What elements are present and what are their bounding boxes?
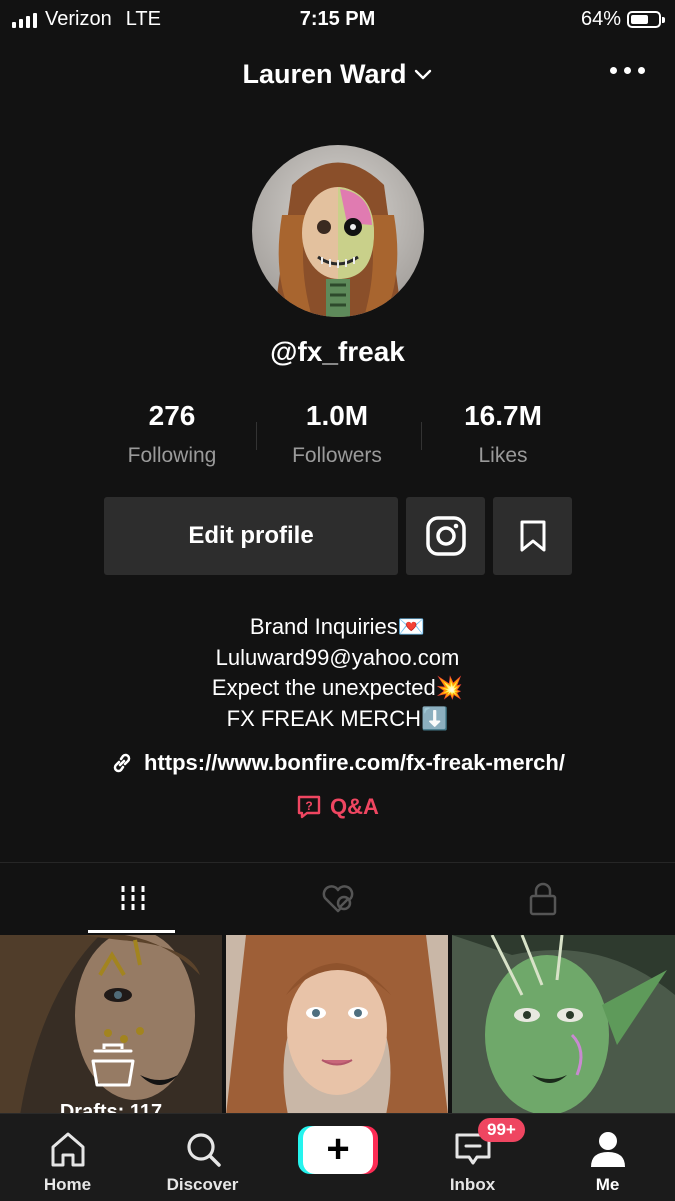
bio-line: Brand Inquiries💌 [249, 614, 426, 639]
nav-me-label: Me [595, 1175, 620, 1194]
avatar[interactable] [252, 145, 424, 317]
link-icon [113, 753, 131, 773]
nav-inbox-label: Inbox [449, 1175, 496, 1194]
chevron-down-icon [414, 69, 431, 79]
video-grid: Drafts: 117 [0, 935, 675, 1115]
battery-icon [627, 11, 665, 28]
stat-likes-value: 16.7M [464, 400, 542, 431]
tab-private[interactable] [430, 865, 655, 933]
active-tab-indicator [88, 930, 175, 933]
status-right: 64% [580, 8, 665, 31]
profile-icon [590, 1132, 625, 1167]
lock-icon [529, 882, 556, 916]
qa-button[interactable]: ? Q&A [296, 794, 379, 820]
search-icon [186, 1133, 221, 1167]
nav-home-label: Home [43, 1175, 92, 1194]
bio-line: Luluward99@yahoo.com [215, 644, 460, 670]
more-icon [610, 67, 617, 74]
top-bar: Lauren Ward [0, 55, 675, 95]
create-label: + [326, 1127, 349, 1171]
bio-line: FX FREAK MERCH⬇️ [226, 705, 449, 731]
bio-link[interactable]: https://www.bonfire.com/fx-freak-merch/ [110, 750, 565, 776]
svg-text:?: ? [305, 799, 312, 813]
nav-create[interactable]: + [270, 1114, 405, 1201]
stat-following[interactable]: 276 Following [92, 400, 252, 468]
create-plus-icon: + [297, 1126, 378, 1174]
nav-home[interactable]: Home [0, 1114, 135, 1201]
stat-followers[interactable]: 1.0M Followers [257, 400, 417, 468]
instagram-icon [425, 516, 466, 556]
qa-icon: ? [297, 795, 321, 819]
profile-title: Lauren Ward [242, 59, 407, 89]
inbox-badge: 99+ [478, 1118, 525, 1142]
nav-discover-label: Discover [166, 1175, 239, 1194]
bookmark-button[interactable] [493, 497, 572, 575]
drafts-thumbnail[interactable]: Drafts: 117 [0, 935, 222, 1115]
bookmark-icon [520, 520, 545, 552]
account-switcher[interactable]: Lauren Ward [242, 59, 432, 90]
home-icon [51, 1132, 84, 1167]
edit-profile-button[interactable]: Edit profile [104, 497, 398, 575]
stat-followers-value: 1.0M [305, 400, 369, 431]
liked-hidden-icon [322, 885, 353, 913]
battery-percent: 64% [580, 8, 621, 30]
tab-liked[interactable] [225, 865, 450, 933]
bio: Brand Inquiries💌 Luluward99@yahoo.com Ex… [0, 612, 675, 734]
instagram-button[interactable] [406, 497, 485, 575]
clock: 7:15 PM [299, 8, 376, 30]
bio-line: Expect the unexpected💥 [211, 675, 464, 700]
stat-likes-label: Likes [478, 444, 528, 467]
stat-following-label: Following [127, 444, 217, 467]
stat-divider [421, 422, 422, 450]
bio-link-text: https://www.bonfire.com/fx-freak-merch/ [144, 750, 565, 775]
video-thumbnail[interactable] [452, 935, 675, 1115]
bottom-nav: Home Discover + Inbox 99+ Me [0, 1113, 675, 1201]
stat-followers-label: Followers [292, 444, 382, 467]
tab-videos[interactable] [20, 865, 245, 933]
more-button[interactable] [610, 67, 645, 74]
nav-me[interactable]: Me [540, 1114, 675, 1201]
username: @fx_freak [270, 336, 405, 367]
video-thumbnail[interactable] [226, 935, 448, 1115]
tabs-divider [0, 862, 675, 863]
videos-grid-icon [121, 886, 144, 912]
status-bar: Verizon LTE 7:15 PM 64% [0, 0, 675, 40]
qa-label: Q&A [330, 794, 379, 819]
nav-inbox[interactable]: Inbox 99+ [405, 1114, 540, 1201]
stat-likes[interactable]: 16.7M Likes [423, 400, 583, 468]
stat-following-value: 276 [148, 400, 196, 431]
nav-discover[interactable]: Discover [135, 1114, 270, 1201]
